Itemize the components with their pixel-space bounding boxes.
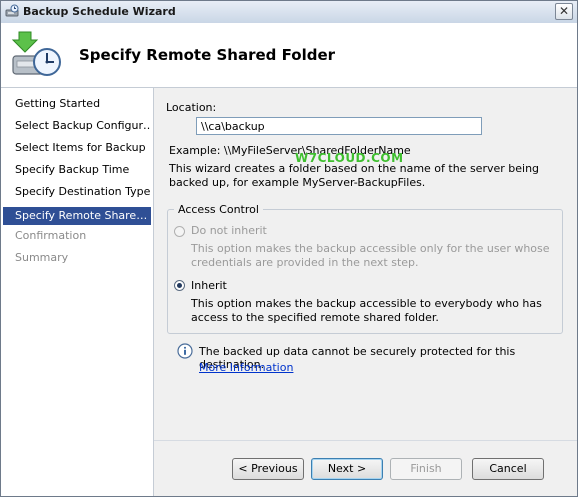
- inherit-description: This option makes the backup accessible …: [191, 297, 542, 324]
- previous-button[interactable]: < Previous: [232, 458, 304, 480]
- wizard-header: Specify Remote Shared Folder: [1, 23, 577, 88]
- close-icon: ✕: [558, 4, 570, 18]
- close-button[interactable]: ✕: [555, 3, 573, 20]
- do-not-inherit-radio: [174, 226, 185, 237]
- access-control-legend: Access Control: [174, 203, 263, 216]
- button-separator: [154, 440, 577, 441]
- do-not-inherit-description: This option makes the backup accessible …: [191, 242, 550, 269]
- watermark: W7CLOUD.COM: [295, 151, 404, 165]
- nav-item-select-backup-configuration[interactable]: Select Backup Configur…: [3, 117, 151, 135]
- nav-item-getting-started[interactable]: Getting Started: [3, 95, 151, 113]
- wizard-steps-nav: Getting Started Select Backup Configur… …: [1, 88, 154, 496]
- page-title: Specify Remote Shared Folder: [79, 46, 336, 64]
- nav-item-specify-remote-shared-folder[interactable]: Specify Remote Share…: [3, 207, 151, 225]
- finish-button: Finish: [390, 458, 462, 480]
- nav-item-specify-destination-type[interactable]: Specify Destination Type: [3, 183, 151, 201]
- more-information-link[interactable]: More Information: [199, 361, 293, 374]
- backup-app-icon: [5, 4, 19, 17]
- info-icon: [177, 343, 193, 359]
- location-input[interactable]: [196, 117, 482, 135]
- location-description: This wizard creates a folder based on th…: [169, 162, 540, 189]
- wizard-content: Location: Example: \\MyFileServer\Shared…: [154, 88, 577, 496]
- radio-selected-dot: [177, 283, 182, 288]
- cancel-button[interactable]: Cancel: [472, 458, 544, 480]
- title-bar: Backup Schedule Wizard ✕: [1, 1, 577, 24]
- backup-wizard-icon: [11, 31, 61, 76]
- do-not-inherit-label: Do not inherit: [191, 224, 267, 237]
- nav-item-specify-backup-time[interactable]: Specify Backup Time: [3, 161, 151, 179]
- location-label: Location:: [166, 101, 217, 114]
- nav-item-summary: Summary: [15, 251, 69, 264]
- window-title: Backup Schedule Wizard: [23, 5, 176, 18]
- inherit-label[interactable]: Inherit: [191, 279, 227, 292]
- nav-item-confirmation: Confirmation: [15, 229, 87, 242]
- inherit-radio[interactable]: [174, 280, 185, 291]
- wizard-window: Backup Schedule Wizard ✕ Specify Remote …: [0, 0, 578, 497]
- next-button[interactable]: Next >: [311, 458, 383, 480]
- nav-item-select-items-for-backup[interactable]: Select Items for Backup: [3, 139, 151, 157]
